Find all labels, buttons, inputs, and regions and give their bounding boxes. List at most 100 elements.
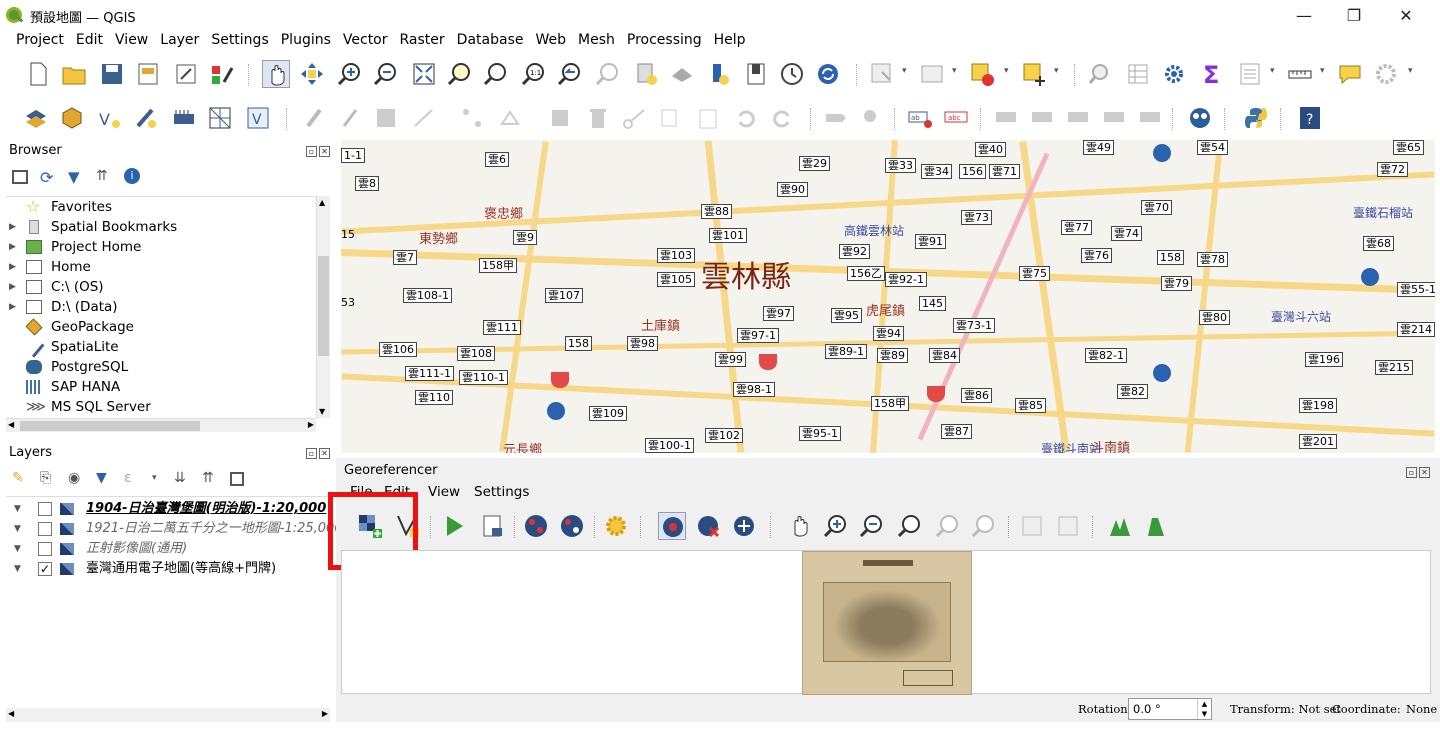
filter-dropdown-icon[interactable]: ▾ bbox=[152, 473, 157, 483]
new-spatial-bookmark-icon[interactable] bbox=[632, 60, 660, 88]
float-icon[interactable]: ▫ bbox=[1406, 467, 1417, 478]
layer-visibility-checkbox[interactable]: ✓ bbox=[38, 562, 52, 576]
clock-icon[interactable] bbox=[778, 60, 806, 88]
add-group-icon[interactable]: ⎘ bbox=[40, 470, 51, 486]
label-tool-icon[interactable] bbox=[822, 104, 850, 132]
collapse-all-icon[interactable]: ⇈ bbox=[96, 168, 108, 184]
new-geopackage-layer-icon[interactable] bbox=[58, 104, 86, 132]
georef-pan-icon[interactable] bbox=[786, 512, 814, 540]
scroll-right-icon[interactable]: ▶ bbox=[308, 420, 314, 429]
style-paint-icon[interactable]: ✎ bbox=[12, 470, 24, 486]
remove-layer-icon[interactable] bbox=[230, 472, 244, 486]
pan-to-selection-icon[interactable] bbox=[298, 60, 326, 88]
menu-view[interactable]: View bbox=[109, 30, 154, 50]
georeferencer-dock-buttons[interactable]: ▫ ✕ bbox=[1404, 464, 1430, 478]
menu-database[interactable]: Database bbox=[451, 30, 530, 50]
vertex-tool-icon[interactable] bbox=[458, 104, 486, 132]
start-georeferencing-icon[interactable] bbox=[440, 512, 468, 540]
expand-arrow-icon[interactable]: ▶ bbox=[9, 297, 16, 317]
map-canvas[interactable]: 雲林縣 褒忠鄉 東勢鄉 土庫鎮 虎尾鎮 斗南鎮 元長鄉 高鐵雲林站 臺灣斗六站 … bbox=[341, 140, 1435, 453]
statistics-sigma-icon[interactable]: Σ bbox=[1198, 60, 1226, 89]
move-label-icon[interactable] bbox=[1064, 104, 1092, 132]
cut-features-icon[interactable] bbox=[620, 104, 648, 132]
collapse-arrow-icon[interactable]: ▼ bbox=[14, 499, 21, 519]
georef-zoom-in-icon[interactable] bbox=[822, 512, 850, 540]
rotation-spinbox[interactable]: 0.0 ° ▲ ▼ bbox=[1128, 698, 1212, 720]
georef-menu-view[interactable]: View bbox=[428, 484, 474, 500]
filter-expression-icon[interactable]: ε bbox=[124, 470, 132, 486]
toggle-editing-icon[interactable] bbox=[336, 104, 364, 132]
temporal-controller-icon[interactable] bbox=[704, 60, 732, 88]
show-hide-labels-icon[interactable] bbox=[1028, 104, 1056, 132]
change-label-icon[interactable] bbox=[1136, 104, 1164, 132]
scroll-thumb[interactable] bbox=[318, 256, 329, 356]
zoom-in-icon[interactable] bbox=[336, 60, 364, 88]
layer-labeling-options-icon[interactable]: ab bbox=[906, 104, 934, 132]
georef-zoom-to-layer-icon[interactable] bbox=[896, 512, 924, 540]
collapse-all-layers-icon[interactable]: ⇈ bbox=[202, 470, 214, 486]
new-map-view-icon[interactable] bbox=[742, 60, 770, 88]
python-console-icon[interactable] bbox=[1242, 104, 1270, 132]
local-histogram-stretch-icon[interactable] bbox=[1142, 512, 1170, 540]
style-manager-icon[interactable] bbox=[208, 60, 236, 88]
layers-horizontal-scrollbar[interactable]: ◀ ▶ bbox=[6, 708, 330, 722]
manage-visibility-eye-icon[interactable]: ◉ bbox=[68, 470, 80, 486]
new-mesh-layer-icon[interactable]: V bbox=[244, 104, 272, 132]
zoom-last-icon[interactable] bbox=[556, 60, 584, 88]
menu-help[interactable]: Help bbox=[708, 30, 752, 50]
browser-horizontal-scrollbar[interactable]: ◀ ▶ bbox=[6, 418, 316, 432]
new-spatialite-layer-icon[interactable] bbox=[132, 104, 160, 132]
move-gcp-point-icon[interactable] bbox=[730, 512, 758, 540]
properties-info-icon[interactable]: i bbox=[124, 168, 140, 184]
scroll-down-icon[interactable]: ▼ bbox=[319, 407, 325, 416]
refresh-browser-icon[interactable]: ⟳ bbox=[40, 168, 53, 187]
full-histogram-stretch-icon[interactable] bbox=[1106, 512, 1134, 540]
add-selected-layers-icon[interactable] bbox=[12, 170, 28, 184]
plugin-icon[interactable] bbox=[1186, 104, 1214, 132]
menu-raster[interactable]: Raster bbox=[394, 30, 451, 50]
add-point-icon[interactable] bbox=[658, 512, 686, 540]
layout-manager-icon[interactable] bbox=[172, 60, 200, 88]
close-button[interactable]: ✕ bbox=[1386, 4, 1426, 28]
refresh-icon[interactable] bbox=[814, 60, 842, 88]
generate-gdal-script-icon[interactable] bbox=[478, 512, 506, 540]
float-icon[interactable]: ▫ bbox=[306, 146, 317, 157]
georef-zoom-next-icon[interactable] bbox=[970, 512, 998, 540]
filter-browser-icon[interactable]: ▼ bbox=[68, 168, 80, 186]
layer-diagram-options-icon[interactable]: abc bbox=[942, 104, 970, 132]
scroll-right-icon[interactable]: ▶ bbox=[322, 709, 328, 718]
digitize-line-icon[interactable] bbox=[410, 104, 438, 132]
delete-point-icon[interactable] bbox=[694, 512, 722, 540]
layer-visibility-checkbox[interactable] bbox=[38, 542, 52, 556]
spin-arrows-icon[interactable]: ▲ ▼ bbox=[1197, 699, 1211, 719]
collapse-arrow-icon[interactable]: ▼ bbox=[14, 539, 21, 559]
menu-processing[interactable]: Processing bbox=[621, 30, 708, 50]
browser-vertical-scrollbar[interactable]: ▲ ▼ bbox=[316, 196, 330, 418]
data-source-manager-icon[interactable] bbox=[22, 104, 50, 132]
trash-icon[interactable] bbox=[584, 104, 612, 132]
layer-visibility-checkbox[interactable] bbox=[38, 502, 52, 516]
help-icon[interactable]: ? bbox=[1296, 104, 1324, 132]
zoom-full-icon[interactable] bbox=[410, 60, 438, 88]
label-pin-icon[interactable] bbox=[858, 104, 886, 132]
zoom-to-layer-icon[interactable] bbox=[482, 60, 510, 88]
menu-layer[interactable]: Layer bbox=[154, 30, 205, 50]
scroll-left-icon[interactable]: ◀ bbox=[8, 420, 14, 429]
attribute-table-icon[interactable] bbox=[1124, 60, 1152, 88]
copy-features-icon[interactable] bbox=[656, 104, 684, 132]
delete-selected-icon[interactable] bbox=[546, 104, 574, 132]
new-shapefile-layer-icon[interactable]: V bbox=[96, 104, 124, 132]
expand-arrow-icon[interactable]: ▶ bbox=[9, 237, 16, 257]
menu-settings[interactable]: Settings bbox=[205, 30, 274, 50]
filter-legend-icon[interactable]: ▼ bbox=[96, 470, 107, 486]
georeferencer-canvas[interactable] bbox=[341, 550, 1431, 695]
paste-features-icon[interactable] bbox=[694, 104, 722, 132]
open-project-icon[interactable] bbox=[60, 60, 88, 88]
menu-vector[interactable]: Vector bbox=[337, 30, 394, 50]
georef-menu-settings[interactable]: Settings bbox=[474, 484, 529, 500]
float-icon[interactable]: ▫ bbox=[306, 448, 317, 459]
settings-gear-icon[interactable] bbox=[1160, 60, 1188, 88]
expand-arrow-icon[interactable]: ▶ bbox=[9, 257, 16, 277]
select-location-icon[interactable] bbox=[1020, 60, 1048, 88]
layers-dock-buttons[interactable]: ▫ ✕ bbox=[304, 445, 330, 459]
